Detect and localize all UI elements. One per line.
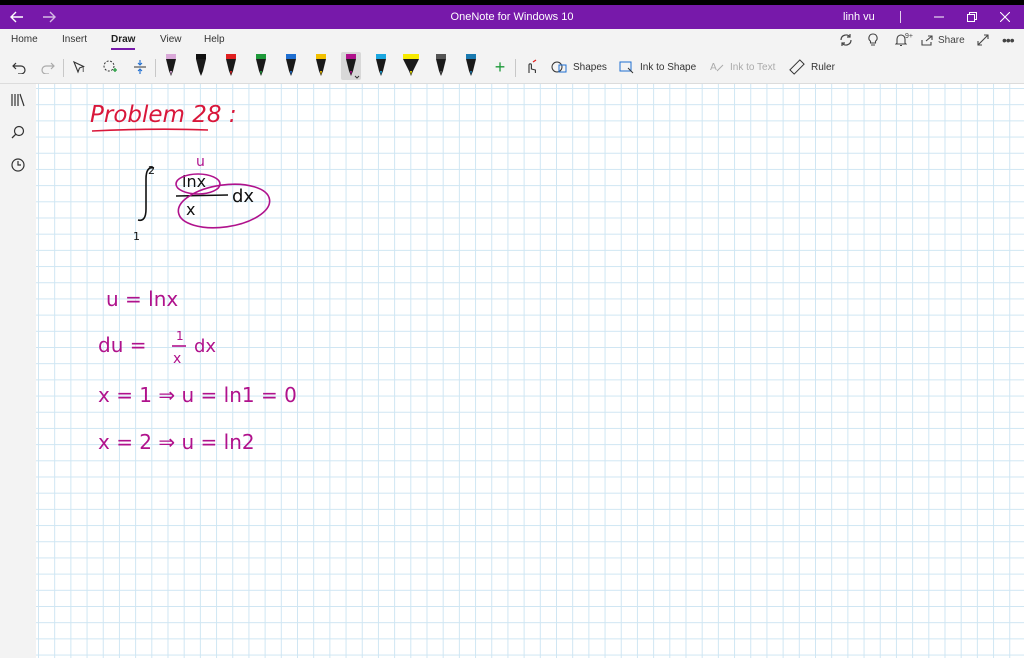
pen-red-icon[interactable] (221, 52, 241, 80)
shapes-icon (551, 61, 567, 73)
ink-to-shape-icon (619, 61, 634, 74)
tab-insert[interactable]: Insert (62, 29, 87, 51)
toolbar-divider (63, 59, 64, 77)
lightbulb-icon[interactable] (867, 31, 879, 49)
note-canvas[interactable]: Problem 28 : 2 1 lnx x dx u u = lnx du =… (36, 84, 1024, 658)
ruler-button[interactable]: Ruler (789, 54, 835, 80)
title-bar: OneNote for Windows 10 linh vu (0, 5, 1024, 29)
tab-help[interactable]: Help (204, 29, 225, 51)
integral-differential: dx (232, 186, 254, 207)
more-options-icon[interactable]: ••• (1002, 31, 1015, 49)
heading-underline (91, 128, 209, 132)
minimize-icon[interactable] (924, 5, 954, 29)
left-navigation (0, 84, 36, 658)
note-line-4: x = 2 ⇒ u = ln2 (98, 430, 255, 454)
redo-icon[interactable] (39, 54, 57, 80)
ruler-icon (789, 59, 805, 75)
ink-to-shape-label: Ink to Shape (640, 61, 697, 73)
add-pen-icon[interactable]: + (490, 54, 510, 80)
integral-upper-bound: 2 (148, 164, 155, 177)
du-lhs: du = (98, 333, 147, 357)
undo-icon[interactable] (10, 54, 28, 80)
shapes-button[interactable]: Shapes (551, 54, 607, 80)
tab-draw[interactable]: Draw (111, 29, 136, 51)
pen-magenta-icon[interactable] (341, 52, 361, 80)
du-rhs: dx (194, 336, 216, 357)
ink-to-shape-button[interactable]: Ink to Shape (619, 54, 696, 80)
recent-notes-icon[interactable] (8, 155, 28, 175)
integral-lower-bound: 1 (133, 230, 140, 243)
ink-layer: Problem 28 : 2 1 lnx x dx u u = lnx du =… (90, 102, 297, 454)
pencil-lavender-icon[interactable] (161, 52, 181, 80)
lasso-select-icon[interactable] (100, 54, 120, 80)
draw-toolbar: I + Shapes Ink to Shape A Ink to Text Ru… (0, 51, 1024, 84)
notifications-icon[interactable]: 9+ (895, 31, 913, 49)
note-line-3: x = 1 ⇒ u = ln1 = 0 (98, 383, 297, 407)
tab-view[interactable]: View (160, 29, 182, 51)
highlighter-yellow-icon[interactable] (401, 52, 421, 80)
restore-icon[interactable] (957, 5, 987, 29)
integral-denominator: x (186, 200, 195, 219)
shapes-label: Shapes (573, 61, 607, 73)
sync-icon[interactable] (839, 31, 853, 49)
svg-text:I: I (82, 65, 84, 74)
fraction-bar (175, 194, 229, 197)
pen-blue-icon[interactable] (281, 52, 301, 80)
note-line-1: u = lnx (106, 287, 178, 311)
ribbon-tabs: Home Insert Draw View Help 9+ Share ••• (0, 29, 1024, 51)
pen-black-icon[interactable] (191, 52, 211, 80)
pen-green-icon[interactable] (251, 52, 271, 80)
toolbar-divider (155, 59, 156, 77)
expand-icon[interactable] (977, 31, 989, 49)
close-icon[interactable] (990, 5, 1020, 29)
ink-to-text-button[interactable]: A Ink to Text (709, 54, 775, 80)
ink-to-text-label: Ink to Text (730, 61, 776, 73)
pen-cyan-icon[interactable] (371, 52, 391, 80)
problem-heading: Problem 28 : (90, 102, 237, 128)
notebooks-icon[interactable] (8, 90, 28, 110)
pen-yellow-icon[interactable] (311, 52, 331, 80)
add-space-icon[interactable] (130, 54, 150, 80)
type-select-icon[interactable]: I (70, 54, 90, 80)
du-fraction-denominator: x (173, 351, 181, 367)
toolbar-divider (515, 59, 516, 77)
titlebar-separator (900, 11, 901, 23)
notifications-badge: 9+ (905, 32, 913, 40)
tab-home[interactable]: Home (11, 29, 38, 51)
share-icon (921, 35, 933, 46)
svg-text:A: A (710, 62, 717, 73)
search-icon[interactable] (8, 122, 28, 142)
ink-to-text-icon: A (710, 62, 724, 73)
du-fraction-numerator: 1 (176, 329, 184, 343)
user-name[interactable]: linh vu (843, 5, 875, 29)
pen-teal-icon[interactable] (461, 52, 481, 80)
share-button[interactable]: Share (921, 31, 965, 49)
touch-draw-icon[interactable] (521, 54, 541, 80)
ruler-label: Ruler (811, 61, 835, 73)
u-substitution-marker: u (196, 154, 205, 170)
share-label: Share (938, 34, 965, 46)
pen-gray-icon[interactable] (431, 52, 451, 80)
